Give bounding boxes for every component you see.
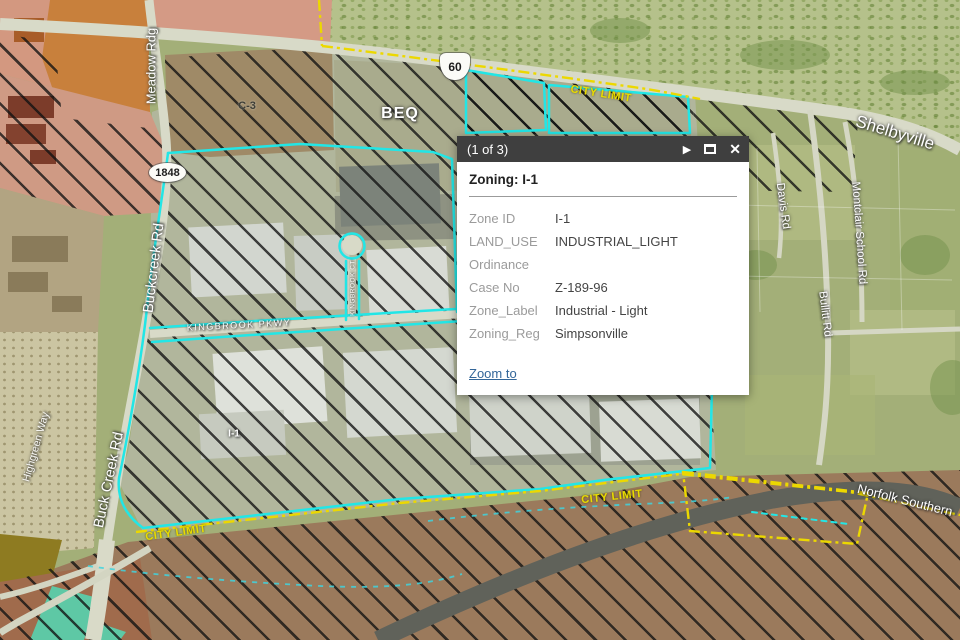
- popup-body: Zoning: I-1 Zone ID I-1 LAND_USE INDUSTR…: [457, 162, 749, 395]
- warehouse: [199, 410, 286, 459]
- field-label: Zoning_Reg: [469, 322, 555, 345]
- warehouse: [599, 398, 701, 461]
- close-button[interactable]: ✕: [729, 141, 741, 158]
- field-label: Ordinance: [469, 253, 555, 276]
- maximize-icon: [704, 144, 716, 154]
- field-row: Ordinance: [469, 253, 737, 276]
- warehouse: [188, 223, 287, 298]
- field-row: LAND_USE INDUSTRIAL_LIGHT: [469, 230, 737, 253]
- warehouse: [294, 234, 352, 311]
- next-feature-button[interactable]: ▶: [683, 143, 691, 156]
- field-row: Case No Z-189-96: [469, 276, 737, 299]
- field-patch: [890, 150, 960, 310]
- field-row: Zoning_Reg Simpsonville: [469, 322, 737, 345]
- tree-clump: [740, 40, 830, 70]
- field-label: Zone_Label: [469, 299, 555, 322]
- feature-popup: (1 of 3) ▶ ✕ Zoning: I-1 Zone ID I-1 LAN…: [457, 136, 749, 395]
- building: [14, 18, 44, 42]
- field-label: Case No: [469, 276, 555, 299]
- zone-label-i1: I-1: [228, 429, 240, 440]
- zoom-to-link[interactable]: Zoom to: [469, 366, 517, 381]
- building: [6, 124, 46, 144]
- warehouse: [366, 246, 450, 320]
- field-row: Zone ID I-1: [469, 207, 737, 230]
- building: [8, 272, 48, 292]
- road-label-kingbrook-ct: KINGBROOK CT: [350, 260, 357, 316]
- tree-clump: [900, 235, 950, 275]
- building: [12, 236, 68, 262]
- building: [8, 96, 54, 118]
- field-row: Zone_Label Industrial - Light: [469, 299, 737, 322]
- road-label-montclair-school-rd: Montclair School Rd: [849, 181, 868, 284]
- building: [52, 296, 82, 312]
- field-label: Zone ID: [469, 207, 555, 230]
- field-value: INDUSTRIAL_LIGHT: [555, 230, 678, 253]
- building: [30, 150, 56, 164]
- tree-clump: [590, 18, 650, 43]
- warehouse: [339, 163, 441, 226]
- popup-header-drag-handle[interactable]: (1 of 3) ▶ ✕: [457, 136, 749, 162]
- map-canvas[interactable]: 60 1848 Meadow Rdg Shelbyville Buckcreek…: [0, 0, 960, 640]
- field-patch: [745, 375, 875, 455]
- road-label-bullitt-rd: Bullitt Rd: [816, 290, 834, 337]
- ky-route-1848-shield: 1848: [149, 163, 186, 182]
- zone-label-beq: BEQ: [381, 105, 419, 123]
- zone-label-c3: C-3: [238, 100, 256, 112]
- field-label: LAND_USE: [469, 230, 555, 253]
- popup-title: Zoning: I-1: [469, 172, 737, 187]
- field-value: I-1: [555, 207, 570, 230]
- field-value: Simpsonville: [555, 322, 628, 345]
- tree-clump: [880, 70, 950, 95]
- road-label-meadow-rdg: Meadow Rdg: [144, 28, 159, 105]
- field-value: Z-189-96: [555, 276, 608, 299]
- field-value: Industrial - Light: [555, 299, 648, 322]
- popup-divider: [469, 196, 737, 197]
- maximize-button[interactable]: [704, 144, 716, 154]
- popup-pagination: (1 of 3): [467, 142, 670, 157]
- warehouse: [343, 347, 457, 438]
